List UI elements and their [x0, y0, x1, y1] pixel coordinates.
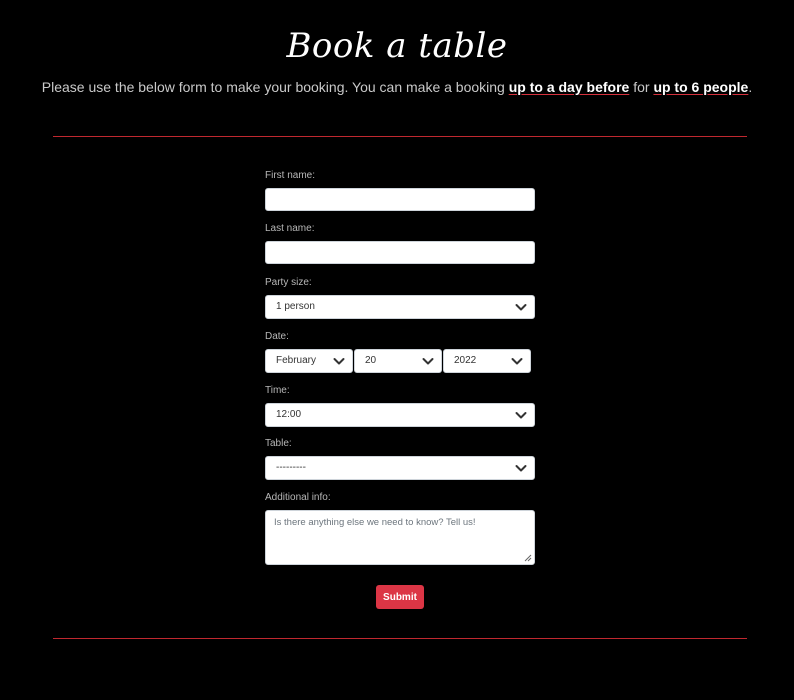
page-title: Book a table — [286, 26, 508, 66]
last-name-label: Last name: — [265, 223, 315, 234]
intro-emphasis-time: up to a day before — [508, 79, 630, 95]
submit-button[interactable]: Submit — [376, 585, 424, 609]
table-label: Table: — [265, 438, 292, 449]
table-value: --------- — [276, 462, 306, 473]
party-size-select[interactable]: 1 person — [265, 295, 535, 319]
date-month-value: February — [276, 355, 317, 366]
date-day-select[interactable]: 20 — [354, 349, 442, 373]
last-name-field[interactable] — [265, 241, 535, 264]
date-month-select[interactable]: February — [265, 349, 353, 373]
chevron-down-icon — [515, 304, 527, 311]
additional-info-placeholder: Is there anything else we need to know? … — [274, 517, 476, 528]
date-year-select[interactable]: 2022 — [443, 349, 531, 373]
date-label: Date: — [265, 331, 289, 342]
top-divider — [53, 136, 747, 137]
intro-prefix: Please use the below form to make your b… — [41, 79, 509, 95]
time-label: Time: — [265, 385, 290, 396]
additional-info-textarea[interactable]: Is there anything else we need to know? … — [265, 510, 535, 565]
intro-suffix: . — [748, 79, 753, 95]
intro-emphasis-people: up to 6 people — [653, 79, 749, 95]
bottom-divider — [53, 638, 747, 639]
intro-middle: for — [629, 79, 654, 95]
additional-info-label: Additional info: — [265, 492, 331, 503]
chevron-down-icon — [511, 358, 523, 365]
first-name-label: First name: — [265, 170, 316, 181]
intro-text: Please use the below form to make your b… — [0, 79, 794, 95]
chevron-down-icon — [333, 358, 345, 365]
party-size-label: Party size: — [265, 277, 312, 288]
chevron-down-icon — [515, 465, 527, 472]
date-year-value: 2022 — [454, 355, 477, 366]
table-select[interactable]: --------- — [265, 456, 535, 480]
chevron-down-icon — [422, 358, 434, 365]
time-value: 12:00 — [276, 409, 302, 420]
resize-grip-icon[interactable] — [522, 552, 532, 562]
date-day-value: 20 — [365, 355, 377, 366]
party-size-value: 1 person — [276, 301, 315, 312]
time-select[interactable]: 12:00 — [265, 403, 535, 427]
first-name-field[interactable] — [265, 188, 535, 211]
chevron-down-icon — [515, 412, 527, 419]
